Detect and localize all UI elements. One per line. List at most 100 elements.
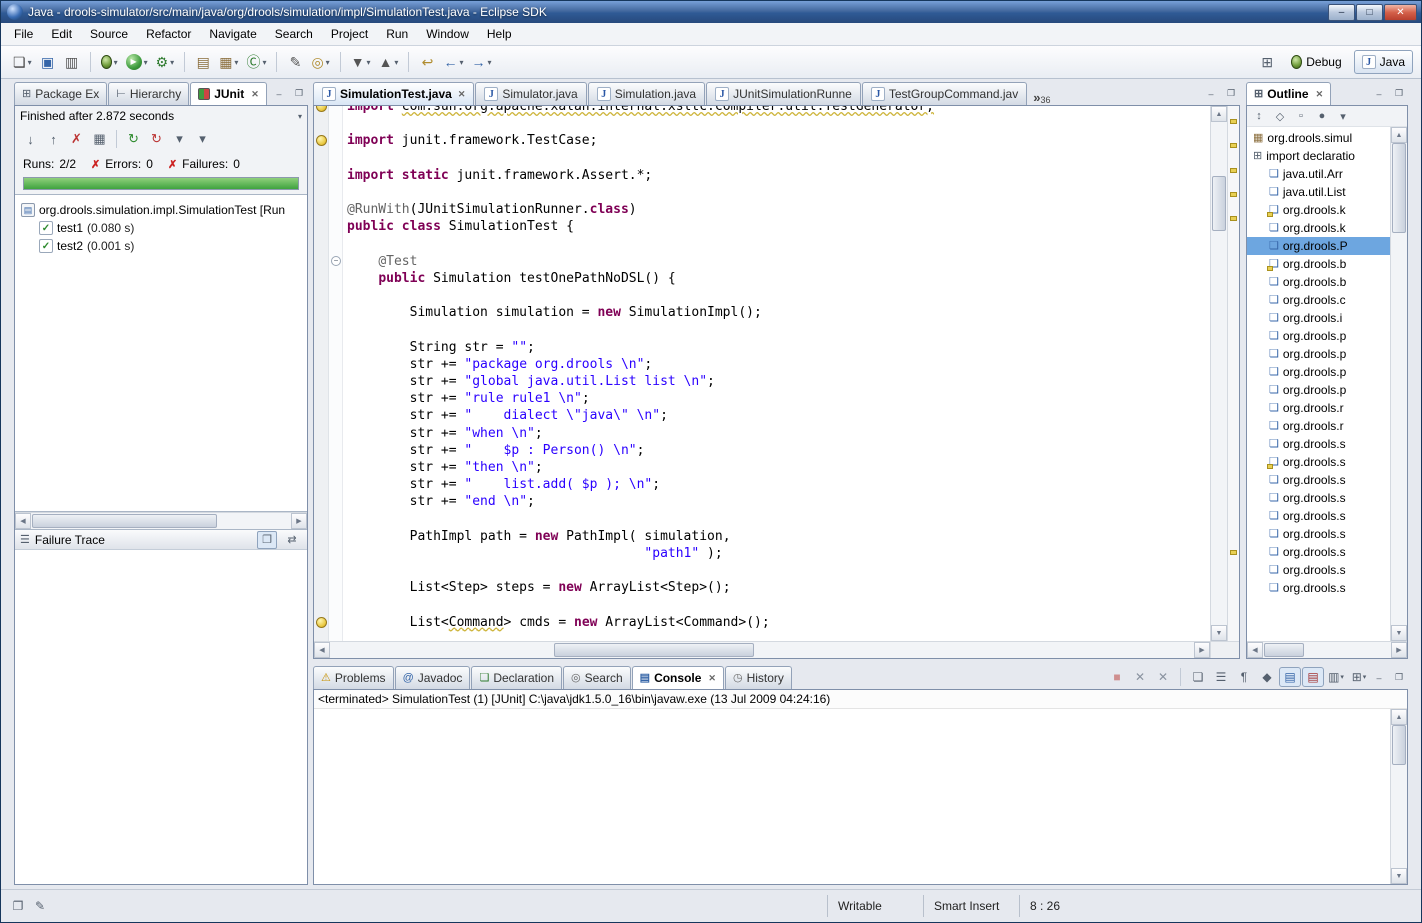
outline-item[interactable]: ❏org.drools.p	[1247, 327, 1390, 345]
outline-item[interactable]: ❏org.drools.s	[1247, 579, 1390, 597]
outline-item[interactable]: ▦org.drools.simul	[1247, 129, 1390, 147]
code-line[interactable]: str += "package org.drools \n";	[347, 356, 1210, 373]
fold-collapse-icon[interactable]: −	[331, 256, 341, 266]
outline-item[interactable]: ❏org.drools.s	[1247, 507, 1390, 525]
scroll-down-button[interactable]: ▼	[1391, 625, 1407, 641]
maximize-editor-button[interactable]: ❐	[1222, 85, 1240, 102]
scroll-up-button[interactable]: ▲	[1391, 709, 1407, 725]
menu-source[interactable]: Source	[81, 24, 137, 44]
code-line[interactable]: str += "rule rule1 \n";	[347, 390, 1210, 407]
console-remove-launch-button[interactable]: ✕	[1129, 667, 1151, 687]
console-show-stdout-on-change-button[interactable]: ▤	[1279, 667, 1301, 687]
code-line[interactable]	[347, 236, 1210, 253]
hscrollbar-thumb[interactable]	[554, 643, 754, 657]
compare-result-button[interactable]: ⇄	[282, 531, 302, 549]
close-view-icon[interactable]: ✕	[1316, 89, 1324, 100]
scroll-up-button[interactable]: ▲	[1391, 127, 1407, 143]
outline-item[interactable]: ❏java.util.Arr	[1247, 165, 1390, 183]
overview-ruler[interactable]	[1227, 106, 1239, 641]
junit-view-menu-button[interactable]: ▾	[191, 128, 214, 150]
warning-marker-icon[interactable]	[1230, 192, 1237, 197]
code-line[interactable]: str += "then \n";	[347, 459, 1210, 476]
close-tab-icon[interactable]: ✕	[458, 89, 466, 100]
vscrollbar-thumb[interactable]	[1212, 176, 1226, 231]
editor-tab-simulationtest-java[interactable]: JSimulationTest.java✕	[313, 82, 474, 105]
toolbar-previous-annotation-button[interactable]: ▲▾	[375, 50, 403, 74]
toolbar-new-java-project-button[interactable]: ▤	[191, 50, 215, 74]
junit-previous-failed-test-button[interactable]: ↑	[42, 128, 65, 150]
junit-test-run-history-button[interactable]: ▾	[168, 128, 191, 150]
code-line[interactable]: "path1" );	[347, 545, 1210, 562]
outline-vscrollbar[interactable]: ▲ ▼	[1390, 127, 1407, 641]
junit-rerun-tests-button[interactable]: ↻	[122, 128, 145, 150]
menu-file[interactable]: File	[5, 24, 42, 44]
editor-tab-simulator-java[interactable]: JSimulator.java	[475, 82, 586, 105]
outline-item[interactable]: ❏org.drools.r	[1247, 417, 1390, 435]
code-line[interactable]: PathImpl path = new PathImpl( simulation…	[347, 528, 1210, 545]
code-line[interactable]	[347, 596, 1210, 613]
view-tab-package-ex[interactable]: ⊞Package Ex	[14, 82, 107, 105]
code-line[interactable]: str += " $p : Person() \n";	[347, 442, 1210, 459]
code-line[interactable]	[347, 321, 1210, 338]
toolbar-back-button[interactable]: ←▾	[439, 50, 467, 74]
toolbar-forward-button[interactable]: →▾	[467, 50, 495, 74]
warning-bulb-icon[interactable]	[316, 106, 327, 112]
toolbar-external-tools-button[interactable]: ⚙▾	[152, 50, 179, 74]
close-view-icon[interactable]: ✕	[251, 89, 259, 100]
open-perspective-button[interactable]: ⊞	[1255, 50, 1279, 74]
toolbar-next-annotation-button[interactable]: ▼▾	[347, 50, 375, 74]
menu-run[interactable]: Run	[377, 24, 417, 44]
outline-hide-non-public-members-button[interactable]: ●	[1312, 107, 1332, 125]
scroll-right-button[interactable]: ▶	[1194, 642, 1210, 658]
toolbar-print-button[interactable]: ▥	[60, 50, 84, 74]
trim-window-icon[interactable]: ❐	[7, 896, 29, 916]
vscrollbar-thumb[interactable]	[1392, 143, 1406, 233]
toolbar-debug-button[interactable]: ▾	[97, 50, 122, 74]
code-line[interactable]: import static junit.framework.Assert.*;	[347, 167, 1210, 184]
editor-tab-junitsimulationrunne[interactable]: JJUnitSimulationRunne	[706, 82, 861, 105]
trim-edit-icon[interactable]: ✎	[29, 896, 51, 916]
outline-item[interactable]: ❏org.drools.i	[1247, 309, 1390, 327]
scroll-left-button[interactable]: ◀	[15, 513, 31, 529]
debug-perspective-button[interactable]: Debug	[1283, 50, 1349, 74]
warning-marker-icon[interactable]	[1230, 119, 1237, 124]
maximize-view-button[interactable]: ❐	[1390, 669, 1408, 686]
junit-show-execution-time-button[interactable]: ▦	[88, 128, 111, 150]
editor-tab-simulation-java[interactable]: JSimulation.java	[588, 82, 705, 105]
java-perspective-button[interactable]: J Java	[1354, 50, 1413, 74]
code-line[interactable]: Simulation simulation = new SimulationIm…	[347, 304, 1210, 321]
warning-bulb-icon[interactable]	[316, 617, 327, 628]
console-vscrollbar[interactable]: ▲ ▼	[1390, 709, 1407, 884]
scroll-down-button[interactable]: ▼	[1391, 868, 1407, 884]
tab-overflow-button[interactable]: » 36	[1033, 90, 1050, 105]
junit-suite-row[interactable]: ▤org.drools.simulation.impl.SimulationTe…	[15, 201, 307, 219]
console-scroll-lock-button[interactable]: ☰	[1210, 667, 1232, 687]
outline-item[interactable]: ❏java.util.List	[1247, 183, 1390, 201]
code-line[interactable]: import junit.framework.TestCase;	[347, 132, 1210, 149]
code-line[interactable]: import com.sun.org.apache.xalan.internal…	[347, 106, 1210, 115]
view-tab-history[interactable]: ◷History	[725, 666, 792, 689]
junit-rerun-failed-tests-first-button[interactable]: ↻	[145, 128, 168, 150]
code-line[interactable]: @RunWith(JUnitSimulationRunner.class)	[347, 201, 1210, 218]
menu-refactor[interactable]: Refactor	[137, 24, 200, 44]
junit-test-row[interactable]: ✓test2 (0.001 s)	[15, 237, 307, 255]
code-line[interactable]	[347, 184, 1210, 201]
junit-test-row[interactable]: ✓test1 (0.080 s)	[15, 219, 307, 237]
minimize-editor-button[interactable]: –	[1202, 85, 1220, 102]
outline-item[interactable]: ❏org.drools.s	[1247, 453, 1390, 471]
outline-item[interactable]: ❏org.drools.s	[1247, 561, 1390, 579]
toolbar-run-button[interactable]: ▶▾	[122, 50, 152, 74]
toolbar-new-package-button[interactable]: ▦▾	[215, 50, 242, 74]
console-pin-console-button[interactable]: ◆	[1256, 667, 1278, 687]
editor-vscrollbar[interactable]: ▲ ▼	[1210, 106, 1227, 641]
maximize-button[interactable]: □	[1356, 4, 1383, 21]
hscrollbar-thumb[interactable]	[1264, 643, 1304, 657]
code-line[interactable]: str += "end \n";	[347, 493, 1210, 510]
outline-item[interactable]: ❏org.drools.c	[1247, 291, 1390, 309]
view-pulldown-icon[interactable]: ▾	[298, 112, 302, 121]
outline-hscrollbar[interactable]: ◀ ▶	[1247, 641, 1407, 658]
toolbar-new-class-button[interactable]: Ⓒ▾	[242, 50, 270, 74]
code-line[interactable]	[347, 511, 1210, 528]
outline-item[interactable]: ❏org.drools.k	[1247, 219, 1390, 237]
junit-show-failures-only-button[interactable]: ✗	[65, 128, 88, 150]
